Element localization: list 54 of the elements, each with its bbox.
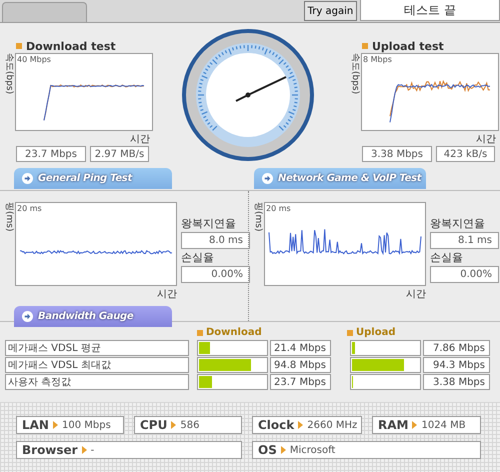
- latency-field: 8.1 ms: [430, 232, 499, 249]
- info-value: 1024 MB: [421, 420, 466, 430]
- info-label: CPU: [140, 418, 168, 432]
- row-label: 사용자 측정값: [5, 374, 189, 390]
- info-label: Browser: [22, 443, 78, 457]
- section-tab[interactable]: Bandwidth Gauge: [14, 306, 172, 327]
- row-label: 메가패스 VDSL 최대값: [5, 357, 189, 373]
- info-value: 586: [180, 420, 200, 430]
- axis-label: 속도(bps): [349, 53, 361, 94]
- scale-label: 8 Mbps: [363, 55, 392, 64]
- try-again-button[interactable]: Try again: [304, 1, 358, 21]
- latency-label: 왕복지연율: [181, 216, 237, 231]
- speed-value: 7.86 Mbps: [423, 340, 490, 356]
- axis-label: 시간: [130, 133, 150, 146]
- speed-value: 23.7 Mbps: [270, 374, 331, 390]
- reading-field: 23.7 Mbps: [16, 146, 86, 162]
- info-label: Clock: [258, 418, 294, 432]
- axis-label: 핑(ms): [252, 202, 264, 232]
- speed-value: 94.8 Mbps: [270, 357, 331, 373]
- loss-field: 0.00%: [430, 266, 499, 283]
- info-label: OS: [258, 443, 277, 457]
- info-value: Microsoft: [290, 444, 336, 456]
- loss-label: 손실율: [430, 250, 464, 265]
- axis-label: 시간: [476, 133, 496, 146]
- axis-label: 속도(bps): [3, 53, 15, 94]
- section-tab[interactable]: Network Game & VoIP Test: [254, 168, 426, 189]
- reading-field: 423 kB/s: [436, 146, 495, 162]
- latency-field: 8.0 ms: [181, 232, 250, 249]
- status-field: 테스트 끝: [360, 0, 500, 21]
- loss-label: 손실율: [181, 250, 215, 265]
- reading-field: 2.97 MB/s: [90, 146, 149, 162]
- speed-value: 3.38 Mbps: [423, 374, 490, 390]
- latency-label: 왕복지연율: [430, 216, 486, 231]
- axis-label: 시간: [406, 288, 426, 301]
- scale-label: 20 ms: [266, 204, 291, 213]
- column-header: Upload: [356, 327, 396, 338]
- info-value: -: [90, 444, 94, 456]
- scale-label: 40 Mbps: [17, 55, 51, 64]
- loss-field: 0.00%: [181, 266, 250, 283]
- section-tab[interactable]: General Ping Test: [14, 168, 172, 189]
- info-label: RAM: [378, 418, 408, 432]
- info-label: LAN: [22, 418, 49, 432]
- reading-field: 3.38 Mbps: [362, 146, 432, 162]
- column-header: Download: [206, 327, 262, 338]
- info-value: 2660 MHz: [307, 420, 358, 430]
- chart-title: Download test: [26, 40, 116, 52]
- row-label: 메가패스 VDSL 평균: [5, 340, 189, 356]
- axis-label: 핑(ms): [3, 202, 15, 232]
- chart-title: Upload test: [372, 40, 444, 52]
- info-value: 100 Mbps: [62, 420, 111, 430]
- axis-label: 시간: [157, 288, 177, 301]
- scale-label: 20 ms: [17, 204, 42, 213]
- speed-value: 21.4 Mbps: [270, 340, 331, 356]
- speed-value: 94.3 Mbps: [423, 357, 490, 373]
